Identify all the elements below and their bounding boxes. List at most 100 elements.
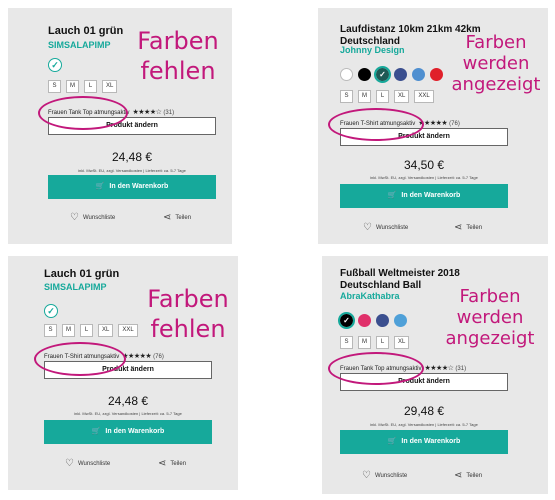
price-note: inkl. MwSt. EU, zzgl. Versandkosten | Li… bbox=[74, 411, 182, 416]
color-swatch[interactable] bbox=[358, 314, 371, 327]
annotation-ellipse bbox=[34, 342, 126, 376]
share-icon: ⋖ bbox=[454, 470, 463, 481]
share-icon: ⋖ bbox=[158, 458, 167, 469]
heart-icon: ♡ bbox=[362, 470, 371, 481]
rating-count: (31) bbox=[455, 366, 467, 372]
check-icon: ✓ bbox=[47, 305, 55, 316]
size-option[interactable]: S bbox=[340, 336, 353, 349]
wishlist-label: Wunschliste bbox=[375, 224, 409, 231]
product-card: Laufdistanz 10km 21km 42km Deutschland J… bbox=[318, 8, 548, 244]
cart-label: In den Warenkorb bbox=[401, 438, 461, 445]
size-option[interactable]: XXL bbox=[414, 90, 434, 103]
share-link[interactable]: ⋖ Teilen bbox=[158, 458, 186, 469]
wishlist-link[interactable]: ♡ Wunschliste bbox=[363, 222, 408, 233]
check-icon: ✓ bbox=[343, 316, 350, 325]
color-swatch[interactable] bbox=[340, 68, 353, 81]
size-option[interactable]: XL bbox=[102, 80, 118, 93]
color-swatch-selected[interactable]: ✓ bbox=[48, 58, 62, 72]
brand-link[interactable]: AbraKathabra bbox=[340, 291, 400, 301]
annotation-ellipse bbox=[328, 108, 424, 141]
color-swatch-selected[interactable]: ✓ bbox=[374, 66, 391, 83]
rating-stars: ★★★★★ bbox=[122, 353, 152, 360]
price: 29,48 € bbox=[403, 404, 445, 418]
wishlist-label: Wunschliste bbox=[82, 214, 116, 221]
wishlist-link[interactable]: ♡ Wunschliste bbox=[65, 458, 110, 469]
cart-label: In den Warenkorb bbox=[401, 192, 461, 199]
share-label: Teilen bbox=[170, 460, 187, 467]
product-card: Lauch 01 grün SIMSALAPIMP ✓ S M L XL XXL… bbox=[8, 256, 238, 490]
share-link[interactable]: ⋖ Teilen bbox=[163, 212, 191, 223]
color-swatch[interactable] bbox=[358, 68, 371, 81]
size-option[interactable]: M bbox=[358, 90, 371, 103]
size-option[interactable]: S bbox=[44, 324, 57, 337]
cart-icon: 🛒 bbox=[387, 192, 397, 199]
share-link[interactable]: ⋖ Teilen bbox=[454, 222, 482, 233]
add-to-cart-button[interactable]: 🛒 In den Warenkorb bbox=[340, 184, 508, 208]
wishlist-link[interactable]: ♡ Wunschliste bbox=[70, 212, 115, 223]
price: 24,48 € bbox=[107, 394, 149, 408]
annotation-text: Farben werden angezeigt bbox=[451, 32, 541, 95]
annotation-ellipse bbox=[38, 96, 128, 130]
share-label: Teilen bbox=[466, 472, 483, 479]
size-option[interactable]: XL bbox=[98, 324, 114, 337]
color-swatch-selected[interactable]: ✓ bbox=[44, 304, 58, 318]
brand-link[interactable]: Johnny Design bbox=[340, 45, 405, 55]
color-swatch[interactable] bbox=[394, 68, 407, 81]
price-note: inkl. MwSt. EU, zzgl. Versandkosten | Li… bbox=[78, 168, 186, 173]
size-option[interactable]: XXL bbox=[118, 324, 138, 337]
size-option[interactable]: XL bbox=[394, 336, 410, 349]
annotation-ellipse bbox=[328, 352, 424, 385]
annotation-text: Farben werden angezeigt bbox=[445, 286, 535, 349]
size-option[interactable]: S bbox=[340, 90, 353, 103]
color-swatch[interactable] bbox=[430, 68, 443, 81]
size-selector: S M L XL XXL bbox=[44, 324, 138, 337]
color-swatch-selected[interactable]: ✓ bbox=[338, 312, 355, 329]
cart-icon: 🛒 bbox=[95, 183, 105, 190]
brand-link[interactable]: SIMSALAPIMP bbox=[48, 40, 111, 50]
product-title[interactable]: Lauch 01 grün bbox=[44, 268, 144, 280]
product-card: Lauch 01 grün SIMSALAPIMP ✓ S M L XL Fra… bbox=[8, 8, 232, 244]
color-selector: ✓ bbox=[338, 312, 407, 329]
rating-count: (76) bbox=[449, 121, 460, 127]
add-to-cart-button[interactable]: 🛒 In den Warenkorb bbox=[44, 420, 212, 444]
size-option[interactable]: L bbox=[80, 324, 93, 337]
size-option[interactable]: M bbox=[358, 336, 371, 349]
check-icon: ✓ bbox=[51, 59, 59, 70]
share-label: Teilen bbox=[175, 214, 192, 221]
cart-label: In den Warenkorb bbox=[109, 183, 169, 190]
size-option[interactable]: L bbox=[376, 90, 389, 103]
price-note: inkl. MwSt. EU, zzgl. Versandkosten | Li… bbox=[370, 422, 478, 427]
add-to-cart-button[interactable]: 🛒 In den Warenkorb bbox=[48, 175, 216, 199]
share-label: Teilen bbox=[466, 224, 483, 231]
product-card: Fußball Weltmeister 2018 Deutschland Bal… bbox=[322, 256, 548, 494]
price: 24,48 € bbox=[111, 150, 153, 164]
size-option[interactable]: XL bbox=[394, 90, 410, 103]
cart-icon: 🛒 bbox=[91, 428, 101, 435]
size-option[interactable]: M bbox=[66, 80, 79, 93]
heart-icon: ♡ bbox=[363, 222, 372, 233]
add-to-cart-button[interactable]: 🛒 In den Warenkorb bbox=[340, 430, 508, 454]
size-option[interactable]: S bbox=[48, 80, 61, 93]
size-selector: S M L XL bbox=[340, 336, 410, 349]
check-icon: ✓ bbox=[379, 70, 386, 79]
rating-stars: ★★★★☆ bbox=[132, 109, 162, 116]
heart-icon: ♡ bbox=[70, 212, 79, 223]
color-selector: ✓ bbox=[340, 66, 443, 83]
price: 34,50 € bbox=[403, 158, 445, 172]
size-option[interactable]: L bbox=[84, 80, 97, 93]
wishlist-link[interactable]: ♡ Wunschliste bbox=[362, 470, 407, 481]
size-selector: S M L XL bbox=[48, 80, 118, 93]
color-swatch[interactable] bbox=[394, 314, 407, 327]
brand-link[interactable]: SIMSALAPIMP bbox=[44, 282, 107, 292]
color-swatch[interactable] bbox=[376, 314, 389, 327]
color-swatch[interactable] bbox=[412, 68, 425, 81]
cart-label: In den Warenkorb bbox=[105, 428, 165, 435]
share-link[interactable]: ⋖ Teilen bbox=[454, 470, 482, 481]
size-option[interactable]: M bbox=[62, 324, 75, 337]
size-option[interactable]: L bbox=[376, 336, 389, 349]
share-icon: ⋖ bbox=[163, 212, 172, 223]
rating-count: (76) bbox=[153, 354, 164, 360]
size-selector: S M L XL XXL bbox=[340, 90, 434, 103]
annotation-text: Farben fehlen bbox=[137, 27, 219, 85]
wishlist-label: Wunschliste bbox=[77, 460, 111, 467]
